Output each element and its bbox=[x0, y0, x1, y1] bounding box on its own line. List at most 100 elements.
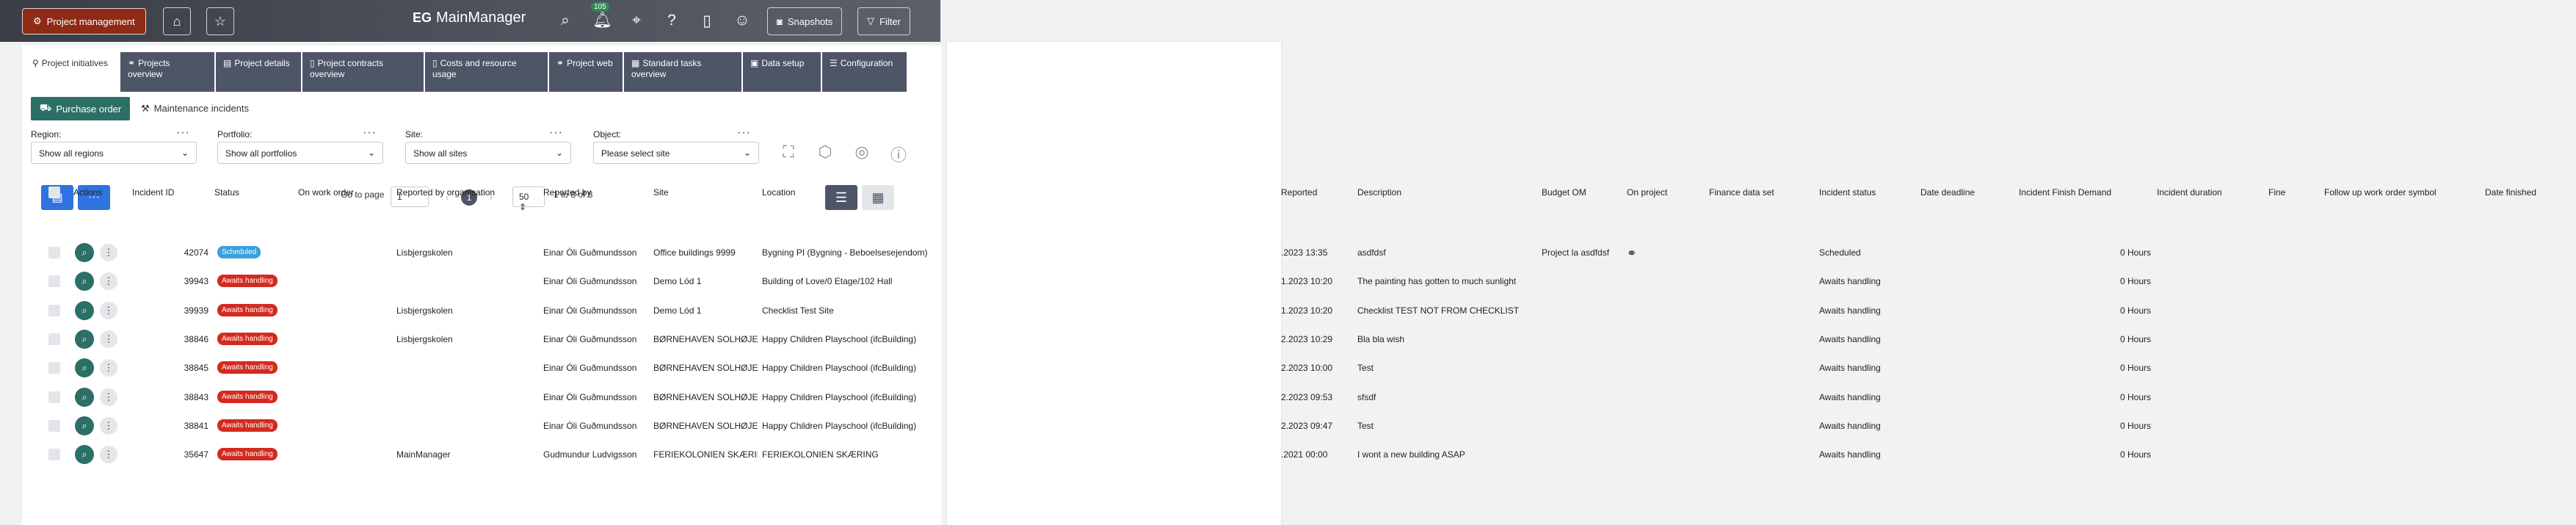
col-reported-by[interactable]: Reported by bbox=[543, 187, 591, 198]
col-follow-up-symbol[interactable]: Follow up work order symbol bbox=[2324, 187, 2437, 198]
portfolio-select[interactable]: Show all portfolios ⌄ bbox=[217, 142, 383, 164]
tab-project-initiatives[interactable]: ⚲ Project initiatives bbox=[25, 52, 119, 92]
status-badge: Awaits handling bbox=[217, 448, 277, 461]
table-row[interactable]: ⌕ ⋮ 39943 Awaits handling Einar Óli Guðmunds… bbox=[0, 267, 2576, 296]
col-date-finished[interactable]: Date finished bbox=[2485, 187, 2536, 198]
col-reported[interactable]: Reported bbox=[1281, 187, 1317, 198]
site-select[interactable]: Show all sites ⌄ bbox=[405, 142, 571, 164]
table-row[interactable]: ⌕ ⋮ 39939 Awaits handling Lisbjergskolen Eina… bbox=[0, 297, 2576, 325]
crosshair-icon[interactable]: ⌖ bbox=[627, 12, 646, 29]
row-menu-button[interactable]: ⋮ bbox=[100, 416, 117, 435]
row-checkbox[interactable] bbox=[48, 304, 60, 316]
zoom-button[interactable]: ⌕ bbox=[75, 300, 94, 320]
col-reported-by-org[interactable]: Reported by organisation bbox=[396, 187, 495, 198]
floorplan-icon[interactable]: ⛶ bbox=[778, 142, 799, 163]
brand-logo: EG MainManager bbox=[413, 10, 526, 26]
purchase-order-button[interactable]: ⛟ Purchase order bbox=[31, 97, 131, 120]
col-fine[interactable]: Fine bbox=[2268, 187, 2285, 198]
portfolio-more-icon[interactable]: ··· bbox=[363, 126, 377, 140]
col-duration[interactable]: Incident duration bbox=[2157, 187, 2222, 198]
row-menu-button[interactable]: ⋮ bbox=[100, 388, 117, 406]
table-row[interactable]: ⌕ ⋮ 42074 Scheduled Lisbjergskolen Einar Óli … bbox=[0, 239, 2576, 267]
col-on-project[interactable]: On project bbox=[1627, 187, 1667, 198]
row-checkbox[interactable] bbox=[48, 391, 60, 403]
tab-projects-overview[interactable]: ⚭ Projects overview bbox=[120, 52, 214, 92]
col-incident-id[interactable]: Incident ID bbox=[132, 187, 174, 198]
table-row[interactable]: ⌕ ⋮ 38846 Awaits handling Lisbjergskolen Eina… bbox=[0, 325, 2576, 354]
maintenance-incidents-link[interactable]: ⚒ Maintenance incidents bbox=[141, 103, 249, 115]
zoom-button[interactable]: ⌕ bbox=[75, 272, 94, 292]
table-row[interactable]: ⌕ ⋮ 38843 Awaits handling Einar Óli Guðmunds… bbox=[0, 383, 2576, 412]
location: Checklist Test Site bbox=[762, 305, 834, 316]
zoom-button[interactable]: ⌕ bbox=[75, 445, 94, 465]
pin-icon: ⚲ bbox=[32, 58, 39, 68]
row-menu-button[interactable]: ⋮ bbox=[100, 446, 117, 464]
col-date-deadline[interactable]: Date deadline bbox=[1920, 187, 1975, 198]
tab-configuration[interactable]: ☰ Configuration bbox=[822, 52, 907, 92]
table-row[interactable]: ⌕ ⋮ 38841 Awaits handling Einar Óli Guðmunds… bbox=[0, 412, 2576, 441]
region-more-icon[interactable]: ··· bbox=[176, 126, 190, 140]
zoom-button[interactable]: ⌕ bbox=[75, 416, 94, 435]
col-actions[interactable]: Actions bbox=[73, 187, 102, 198]
user-icon[interactable]: ☺ bbox=[733, 12, 752, 29]
zoom-button[interactable]: ⌕ bbox=[75, 329, 94, 349]
col-site[interactable]: Site bbox=[653, 187, 669, 198]
zoom-button[interactable]: ⌕ bbox=[75, 243, 94, 262]
reported-by: Einar Óli Guðmundsson bbox=[543, 363, 637, 374]
book-icon[interactable]: ▯ bbox=[697, 12, 716, 30]
row-menu-button[interactable]: ⋮ bbox=[100, 359, 117, 377]
site-more-icon[interactable]: ··· bbox=[549, 126, 563, 140]
description: Test bbox=[1357, 420, 1374, 431]
col-description[interactable]: Description bbox=[1357, 187, 1401, 198]
zoom-icon: ⌕ bbox=[81, 333, 87, 344]
search-icon[interactable]: ⌕ bbox=[556, 12, 575, 29]
col-finish-demand[interactable]: Incident Finish Demand bbox=[2019, 187, 2111, 198]
row-menu-button[interactable]: ⋮ bbox=[100, 330, 117, 348]
filter-button[interactable]: ▽ Filter bbox=[857, 7, 910, 35]
row-checkbox[interactable] bbox=[48, 247, 60, 258]
tab-data-setup[interactable]: ▣ Data setup bbox=[743, 52, 821, 92]
col-incident-status[interactable]: Incident status bbox=[1819, 187, 1876, 198]
col-status[interactable]: Status bbox=[214, 187, 239, 198]
zoom-button[interactable]: ⌕ bbox=[75, 387, 94, 407]
globe-icon[interactable]: ◎ bbox=[852, 142, 872, 163]
col-on-work-order[interactable]: On work order bbox=[298, 187, 354, 198]
row-checkbox[interactable] bbox=[48, 449, 60, 461]
reported-by: Einar Óli Guðmundsson bbox=[543, 247, 637, 258]
row-checkbox[interactable] bbox=[48, 275, 60, 288]
row-checkbox[interactable] bbox=[48, 333, 60, 345]
help-icon[interactable]: ? bbox=[662, 12, 681, 29]
row-menu-button[interactable]: ⋮ bbox=[100, 272, 117, 291]
project-network-icon[interactable]: ⚭ bbox=[1627, 246, 1636, 261]
zoom-button[interactable]: ⌕ bbox=[75, 358, 94, 378]
snapshots-button[interactable]: ◙ Snapshots bbox=[767, 7, 843, 35]
object-more-icon[interactable]: ··· bbox=[737, 126, 751, 140]
finish-demand: 0 Hours bbox=[2119, 276, 2151, 287]
object-select[interactable]: Please select site ⌄ bbox=[593, 142, 759, 164]
info-icon[interactable]: ⓘ bbox=[888, 142, 909, 164]
bell-icon[interactable]: 🔔︎ bbox=[592, 12, 612, 29]
project-management-button[interactable]: ⚙ Project management bbox=[22, 8, 146, 35]
tab-project-details[interactable]: ▤ Project details bbox=[216, 52, 301, 92]
col-budget-om[interactable]: Budget OM bbox=[1542, 187, 1586, 198]
incident-id: 42074 bbox=[184, 247, 208, 258]
tab-costs-and-resource-usage[interactable]: ▯ Costs and resource usage bbox=[425, 52, 548, 92]
row-menu-button[interactable]: ⋮ bbox=[100, 301, 117, 319]
home-button[interactable]: ⌂ bbox=[163, 7, 191, 35]
col-location[interactable]: Location bbox=[762, 187, 795, 198]
row-checkbox[interactable] bbox=[48, 419, 60, 432]
region-select[interactable]: Show all regions ⌄ bbox=[31, 142, 197, 164]
cube-icon[interactable]: ⬡ bbox=[815, 142, 835, 163]
row-menu-button[interactable]: ⋮ bbox=[100, 244, 117, 261]
favorites-button[interactable]: ☆ bbox=[206, 7, 234, 35]
reported-date: .2021 00:00 bbox=[1281, 449, 1328, 460]
row-checkbox[interactable] bbox=[48, 362, 60, 374]
col-finance-data-set[interactable]: Finance data set bbox=[1709, 187, 1774, 198]
tab-project-web[interactable]: ⚭ Project web bbox=[549, 52, 623, 92]
tab-project-contracts-overview[interactable]: ▯ Project contracts overview bbox=[302, 52, 424, 92]
select-all-checkbox[interactable] bbox=[48, 187, 60, 198]
tab-standard-tasks-overview[interactable]: ▦ Standard tasks overview bbox=[624, 52, 741, 92]
table-row[interactable]: ⌕ ⋮ 35647 Awaits handling MainManager Gudmund… bbox=[0, 441, 2576, 469]
table-row[interactable]: ⌕ ⋮ 38845 Awaits handling Einar Óli Guðmunds… bbox=[0, 354, 2576, 383]
reported-date: 1.2023 10:20 bbox=[1281, 276, 1333, 287]
